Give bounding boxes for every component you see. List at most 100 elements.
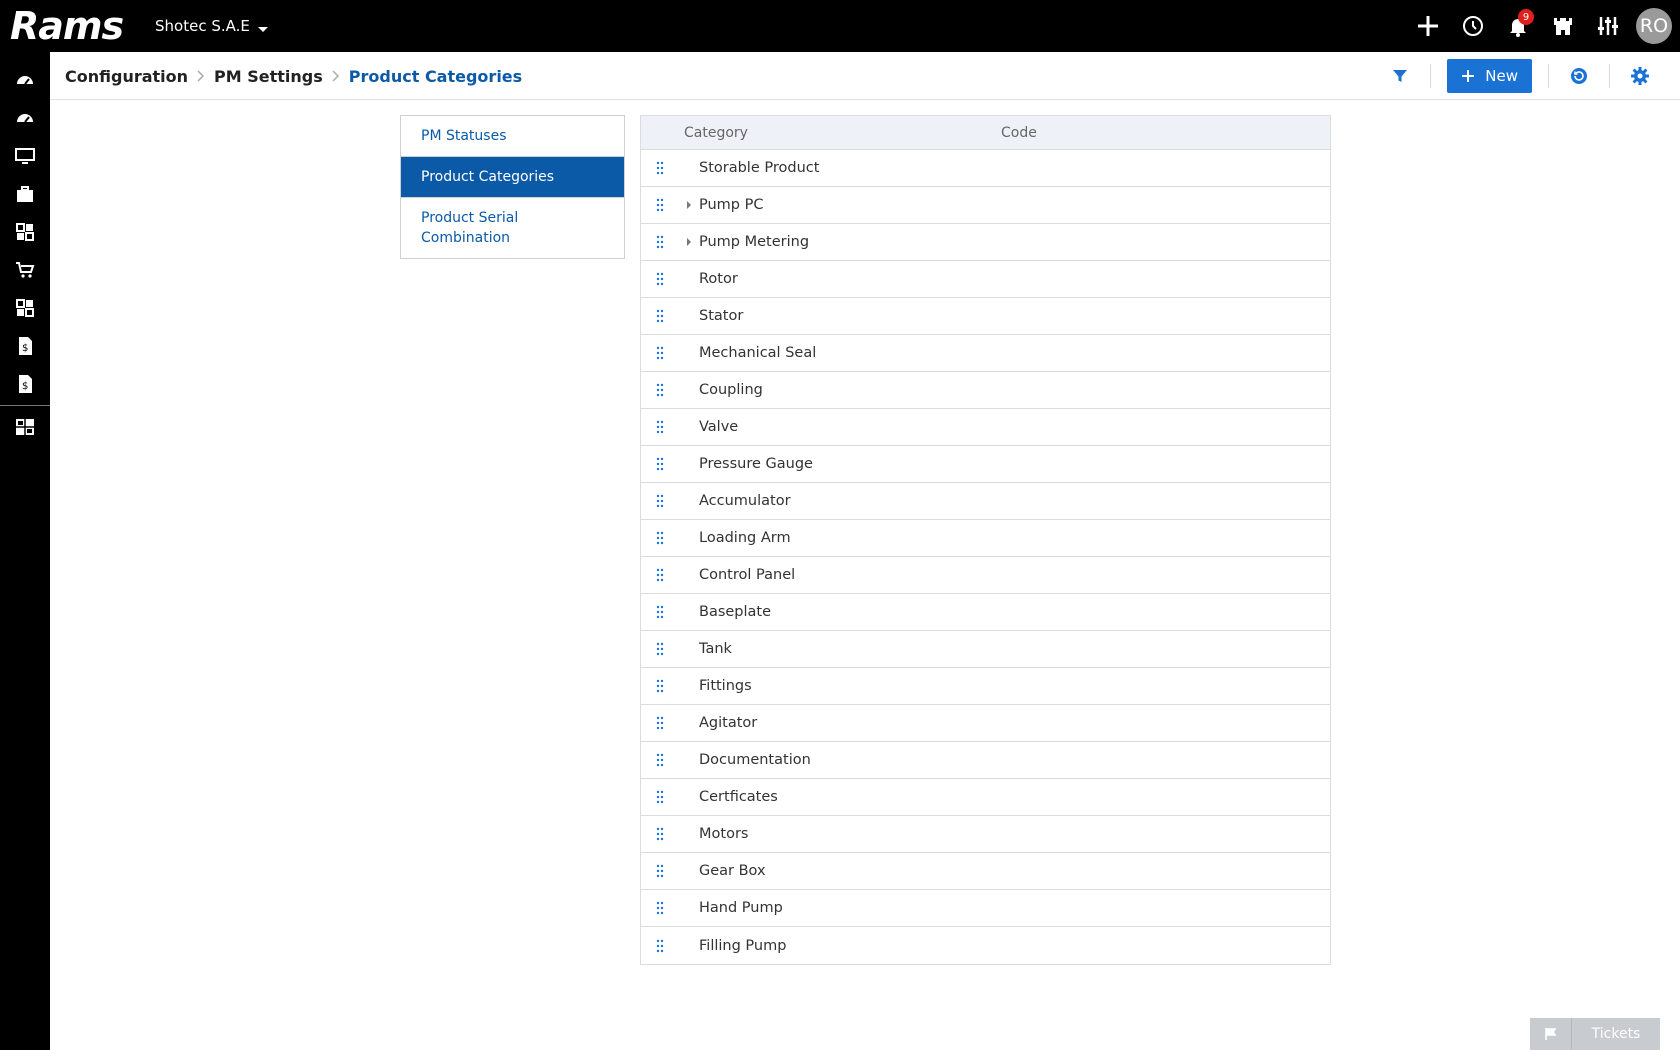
- table-row[interactable]: Pump Metering: [641, 224, 1330, 261]
- settings-sliders-button[interactable]: [1585, 0, 1630, 52]
- expand-arrow-icon[interactable]: [679, 224, 699, 261]
- sliders-icon: [1597, 17, 1618, 35]
- castle-button[interactable]: [1540, 0, 1585, 52]
- table-row[interactable]: Gear Box: [641, 853, 1330, 890]
- top-bar: Rams Shotec S.A.E 9 RO: [0, 0, 1680, 52]
- sidebar-item-invoice[interactable]: $: [0, 327, 50, 365]
- tickets-label: Tickets: [1591, 1026, 1641, 1042]
- drag-handle-icon[interactable]: [641, 224, 679, 261]
- rams-logo[interactable]: Rams: [10, 4, 124, 48]
- company-selector[interactable]: Shotec S.A.E: [155, 17, 268, 35]
- tickets-button[interactable]: Tickets: [1530, 1018, 1660, 1050]
- table-row[interactable]: Loading Arm: [641, 520, 1330, 557]
- table-row[interactable]: Coupling: [641, 372, 1330, 409]
- category-cell: Coupling: [699, 382, 763, 398]
- breadcrumb-current: Product Categories: [348, 66, 523, 86]
- sidebar-item-cart[interactable]: [0, 251, 50, 289]
- drag-handle-icon[interactable]: [641, 890, 679, 927]
- company-name: Shotec S.A.E: [155, 17, 250, 35]
- expand-arrow-icon[interactable]: [679, 187, 699, 224]
- sidebar-item-dashboard-2[interactable]: [0, 99, 50, 137]
- drag-handle-icon[interactable]: [641, 779, 679, 816]
- table-row[interactable]: Certficates: [641, 779, 1330, 816]
- drag-handle-icon[interactable]: [641, 557, 679, 594]
- category-cell: Pump PC: [699, 197, 764, 213]
- history-button[interactable]: [1450, 0, 1495, 52]
- drag-handle-icon[interactable]: [641, 298, 679, 335]
- menu-item-product-serial-combination[interactable]: Product Serial Combination: [401, 198, 624, 258]
- category-cell: Certficates: [699, 789, 778, 805]
- castle-icon: [1553, 18, 1572, 35]
- top-actions: 9 RO: [1405, 0, 1680, 52]
- column-header-code[interactable]: Code: [1001, 125, 1037, 141]
- drag-handle-icon[interactable]: [641, 187, 679, 224]
- sub-header: Configuration PM Settings Product Catego…: [50, 52, 1680, 100]
- menu-item-product-categories[interactable]: Product Categories: [401, 157, 624, 198]
- drag-handle-icon[interactable]: [641, 150, 679, 187]
- drag-handle-icon[interactable]: [641, 483, 679, 520]
- table-row[interactable]: Rotor: [641, 261, 1330, 298]
- sidebar-item-dashboard[interactable]: [0, 61, 50, 99]
- category-cell: Loading Arm: [699, 530, 791, 546]
- table-row[interactable]: Stator: [641, 298, 1330, 335]
- category-cell: Pump Metering: [699, 234, 810, 250]
- drag-handle-icon[interactable]: [641, 853, 679, 890]
- table-row[interactable]: Storable Product: [641, 150, 1330, 187]
- table-row[interactable]: Accumulator: [641, 483, 1330, 520]
- sidebar-item-invoice-2[interactable]: $: [0, 365, 50, 403]
- table-row[interactable]: Baseplate: [641, 594, 1330, 631]
- table-row[interactable]: Motors: [641, 816, 1330, 853]
- table-row[interactable]: Pressure Gauge: [641, 446, 1330, 483]
- table-row[interactable]: Agitator: [641, 705, 1330, 742]
- breadcrumb-pm-settings[interactable]: PM Settings: [214, 67, 323, 86]
- category-cell: Rotor: [699, 271, 738, 287]
- briefcase-icon: [17, 186, 33, 202]
- drag-handle-icon[interactable]: [641, 816, 679, 853]
- filter-button[interactable]: [1380, 52, 1420, 100]
- table-body: Storable Product Pump PC Pump Metering Roto…: [641, 150, 1330, 964]
- filter-icon: [1393, 70, 1408, 82]
- table-row[interactable]: Filling Pump: [641, 927, 1330, 964]
- sidebar-item-apps[interactable]: [0, 408, 50, 446]
- drag-handle-icon[interactable]: [641, 594, 679, 631]
- sidebar-item-modules[interactable]: [0, 213, 50, 251]
- logo-text: Rams: [10, 4, 124, 48]
- table-row[interactable]: Mechanical Seal: [641, 335, 1330, 372]
- table-row[interactable]: Pump PC: [641, 187, 1330, 224]
- drag-handle-icon[interactable]: [641, 705, 679, 742]
- breadcrumb: Configuration PM Settings Product Catego…: [65, 52, 522, 100]
- drag-handle-icon[interactable]: [641, 372, 679, 409]
- notifications-button[interactable]: 9: [1495, 0, 1540, 52]
- new-button[interactable]: New: [1447, 59, 1532, 93]
- drag-handle-icon[interactable]: [641, 631, 679, 668]
- refresh-button[interactable]: [1559, 52, 1599, 100]
- table-row[interactable]: Fittings: [641, 668, 1330, 705]
- sidebar-item-briefcase[interactable]: [0, 175, 50, 213]
- drag-handle-icon[interactable]: [641, 927, 679, 964]
- table-row[interactable]: Valve: [641, 409, 1330, 446]
- sidebar: $ $: [0, 52, 50, 1050]
- settings-button[interactable]: [1620, 52, 1660, 100]
- table-row[interactable]: Hand Pump: [641, 890, 1330, 927]
- grid-icon: [16, 223, 34, 241]
- sidebar-item-monitor[interactable]: [0, 137, 50, 175]
- drag-handle-icon[interactable]: [641, 668, 679, 705]
- drag-handle-icon[interactable]: [641, 742, 679, 779]
- sidebar-item-modules-2[interactable]: [0, 289, 50, 327]
- table-row[interactable]: Documentation: [641, 742, 1330, 779]
- divider: [1430, 64, 1432, 88]
- user-avatar[interactable]: RO: [1636, 8, 1672, 44]
- column-header-category[interactable]: Category: [641, 125, 1001, 141]
- drag-handle-icon[interactable]: [641, 409, 679, 446]
- menu-item-pm-statuses[interactable]: PM Statuses: [401, 116, 624, 157]
- table-row[interactable]: Control Panel: [641, 557, 1330, 594]
- drag-handle-icon[interactable]: [641, 335, 679, 372]
- add-button[interactable]: [1405, 0, 1450, 52]
- drag-handle-icon[interactable]: [641, 261, 679, 298]
- category-cell: Documentation: [699, 752, 811, 768]
- drag-handle-icon[interactable]: [641, 446, 679, 483]
- drag-handle-icon[interactable]: [641, 520, 679, 557]
- gear-icon: [1631, 67, 1649, 85]
- table-row[interactable]: Tank: [641, 631, 1330, 668]
- breadcrumb-configuration[interactable]: Configuration: [65, 67, 188, 86]
